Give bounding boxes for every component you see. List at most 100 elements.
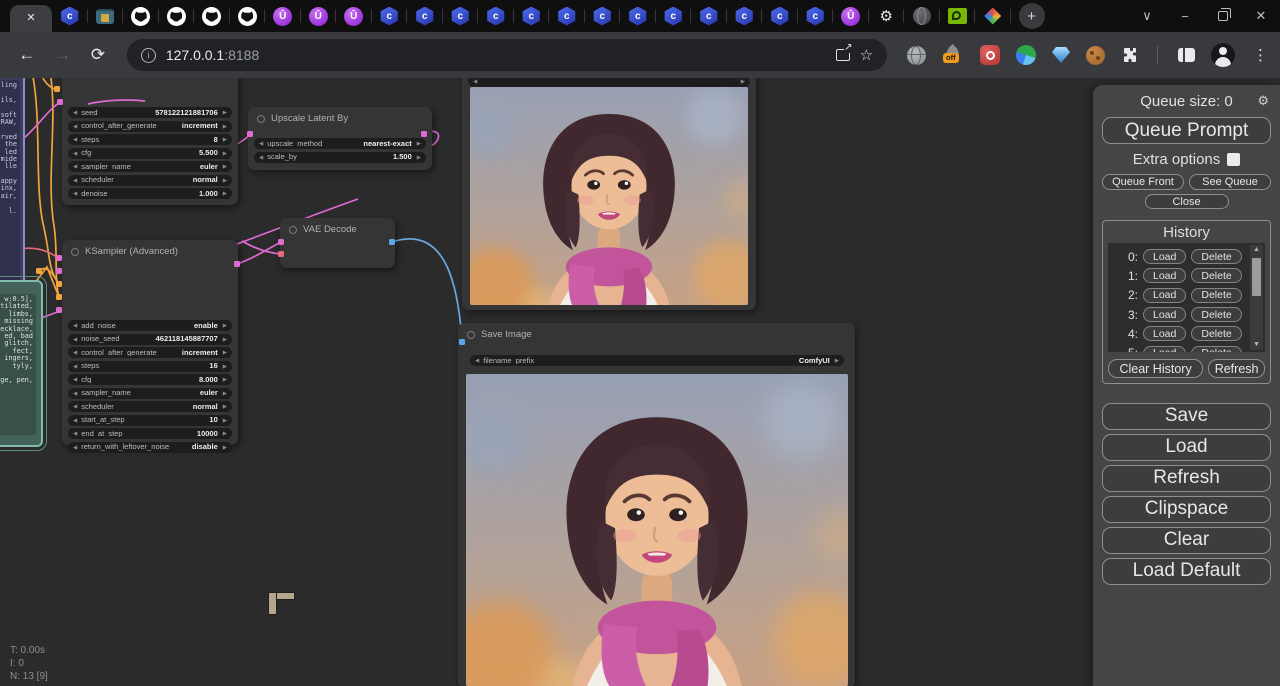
load-default-button[interactable]: Load Default [1102, 558, 1271, 585]
site-info-icon[interactable]: i [141, 48, 156, 63]
load-button[interactable]: Load [1102, 434, 1271, 461]
history-load-button[interactable]: Load [1143, 249, 1186, 264]
pinned-tab-ultra[interactable]: Û [265, 0, 301, 32]
save-button[interactable]: Save [1102, 403, 1271, 430]
pinned-tab-comfy[interactable]: c [656, 0, 692, 32]
tab-search-chevron-icon[interactable]: ∨ [1128, 0, 1166, 32]
collapse-dot-icon[interactable] [289, 226, 297, 234]
collapse-dot-icon[interactable] [257, 115, 265, 123]
new-tab-button[interactable]: + [1019, 3, 1045, 29]
pinned-tab-globe[interactable] [904, 0, 940, 32]
pinned-tab-comfy[interactable]: c [52, 0, 88, 32]
widget-sampler-name[interactable]: sampler_nameeuler [68, 388, 232, 399]
extension-globe-icon[interactable] [907, 46, 926, 65]
pinned-tab-comfy[interactable]: c [585, 0, 621, 32]
node-vae-decode[interactable]: VAE Decode [280, 218, 395, 268]
node-clip-text-encode-negative[interactable]: w:0.5],utilated, limbs,, missing , neckl… [0, 280, 43, 447]
widget-end-at-step[interactable]: end_at_step10000 [68, 428, 232, 439]
bookmark-star-icon[interactable]: ☆ [860, 48, 873, 63]
slot-input-icon[interactable] [56, 281, 62, 287]
history-load-button[interactable]: Load [1143, 307, 1186, 322]
history-delete-button[interactable]: Delete [1191, 249, 1241, 264]
pinned-tab-ultra[interactable]: Û [301, 0, 337, 32]
widget-scheduler[interactable]: schedulernormal [68, 175, 232, 186]
node-save-image[interactable]: Save Image filename_prefixComfyUI [458, 323, 855, 686]
widget-control-after-generate[interactable]: control_after_generateincrement [68, 121, 232, 132]
pinned-tab-comfy[interactable]: c [372, 0, 408, 32]
slot-input-icon[interactable] [278, 239, 284, 245]
widget-add-noise[interactable]: add_noiseenable [68, 320, 232, 331]
pinned-tab-comfy[interactable]: c [691, 0, 727, 32]
node-ksampler[interactable]: seed578122121881706 control_after_genera… [62, 78, 238, 205]
pinned-tab-nvidia[interactable] [940, 0, 976, 32]
history-refresh-button[interactable]: Refresh [1208, 359, 1265, 378]
node-ksampler-advanced[interactable]: KSampler (Advanced) add_noiseenable nois… [62, 240, 238, 445]
pinned-tab-comfy[interactable]: c [443, 0, 479, 32]
negative-prompt-text[interactable]: w:0.5],utilated, limbs,, missing , neckl… [0, 294, 36, 435]
node-preview-image[interactable] [462, 78, 756, 310]
active-tab[interactable]: ✕ [10, 5, 52, 32]
scroll-thumb[interactable] [1252, 258, 1261, 296]
widget-steps[interactable]: steps8 [68, 134, 232, 145]
queue-prompt-button[interactable]: Queue Prompt [1102, 117, 1271, 144]
slot-input-icon[interactable] [57, 99, 63, 105]
slot-input-icon[interactable] [56, 268, 62, 274]
extensions-puzzle-icon[interactable] [1121, 47, 1137, 63]
extension-red-o-icon[interactable] [980, 45, 1000, 65]
pinned-tab-github[interactable] [159, 0, 195, 32]
slot-output-icon[interactable] [389, 239, 395, 245]
refresh-button[interactable]: Refresh [1102, 465, 1271, 492]
pinned-tab-github[interactable] [230, 0, 266, 32]
menu-kebab-icon[interactable]: ⋮ [1253, 46, 1268, 64]
slot-input-icon[interactable] [54, 86, 60, 92]
collapse-dot-icon[interactable] [71, 248, 79, 256]
widget-upscale-method[interactable]: upscale_methodnearest-exact [254, 138, 426, 149]
share-icon[interactable]: ↗ [836, 49, 850, 61]
slot-input-icon[interactable] [247, 131, 253, 137]
history-load-button[interactable]: Load [1143, 268, 1186, 283]
pinned-tab-ultra[interactable]: Û [336, 0, 372, 32]
clear-history-button[interactable]: Clear History [1108, 359, 1203, 378]
forward-button[interactable]: → [48, 45, 78, 65]
scroll-down-icon[interactable]: ▼ [1250, 340, 1263, 350]
slot-input-icon[interactable] [56, 255, 62, 261]
close-button[interactable]: Close [1145, 194, 1229, 209]
queue-front-button[interactable]: Queue Front [1102, 174, 1184, 190]
widget-denoise[interactable]: denoise1.000 [68, 188, 232, 199]
settings-gear-icon[interactable]: ⚙ [1257, 93, 1269, 109]
history-delete-button[interactable]: Delete [1191, 268, 1241, 283]
widget-sampler-name[interactable]: sampler_nameeuler [68, 161, 232, 172]
history-load-button[interactable]: Load [1143, 326, 1186, 341]
slot-input-icon[interactable] [278, 251, 284, 257]
address-bar[interactable]: i 127.0.0.1:8188 ↗ ☆ [127, 39, 887, 71]
widget-cfg[interactable]: cfg8.000 [68, 374, 232, 385]
slot-output-icon[interactable] [234, 261, 240, 267]
history-load-button[interactable]: Load [1143, 288, 1186, 303]
pinned-tab-briefcase[interactable] [88, 0, 124, 32]
widget-return-with-leftover-noise[interactable]: return_with_leftover_noisedisable [68, 442, 232, 453]
widget-steps[interactable]: steps16 [68, 361, 232, 372]
pinned-tab-comfy[interactable]: c [762, 0, 798, 32]
comfyui-canvas[interactable]: iling ils, soft, RAW, urved h theled mid… [0, 78, 1280, 686]
side-panel-icon[interactable] [1178, 48, 1195, 62]
pinned-tab-diamond[interactable] [975, 0, 1011, 32]
extension-blocker-off-icon[interactable]: off [942, 44, 964, 66]
close-tab-icon[interactable]: ✕ [26, 13, 35, 24]
pinned-tab-comfy[interactable]: c [727, 0, 763, 32]
history-delete-button[interactable]: Delete [1191, 326, 1241, 341]
widget-scale-by[interactable]: scale_by1.500 [254, 152, 426, 163]
pinned-tab-ultra[interactable]: Û [833, 0, 869, 32]
slot-input-icon[interactable] [56, 294, 62, 300]
history-delete-button[interactable]: Delete [1191, 288, 1241, 303]
extension-colorful-globe-icon[interactable] [1016, 45, 1036, 65]
widget-bar[interactable] [468, 78, 750, 87]
slot-input-icon[interactable] [56, 307, 62, 313]
close-window-button[interactable]: ✕ [1242, 0, 1280, 32]
clipspace-button[interactable]: Clipspace [1102, 496, 1271, 523]
url-text[interactable]: 127.0.0.1:8188 [166, 47, 826, 63]
slot-input-icon[interactable] [459, 339, 465, 345]
widget-cfg[interactable]: cfg5.500 [68, 148, 232, 159]
reload-button[interactable]: ⟳ [83, 45, 113, 65]
clear-button[interactable]: Clear [1102, 527, 1271, 554]
group-resize-corner[interactable] [268, 592, 295, 615]
